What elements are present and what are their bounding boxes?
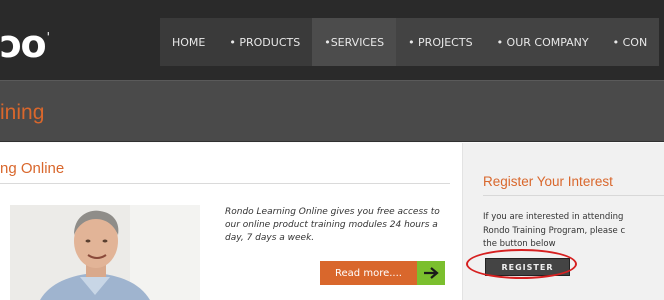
description-text: Rondo Learning Online gives you free acc… <box>225 207 440 243</box>
content-area: ng Online Rondo Learning Online gives yo… <box>0 143 664 300</box>
main-column: ng Online Rondo Learning Online gives yo… <box>0 143 462 300</box>
register-sidebar: Register Your Interest If you are intere… <box>462 143 664 300</box>
register-button[interactable]: REGISTER <box>485 258 570 276</box>
nav-item-products[interactable]: • PRODUCTS <box>217 18 313 66</box>
page-title-bar: ining <box>0 80 664 142</box>
page-title: ining <box>0 101 45 124</box>
nav-item-projects[interactable]: • PROJECTS <box>396 18 485 66</box>
read-more-label: Read more.... <box>320 261 417 285</box>
man-portrait-image <box>10 205 200 300</box>
site-logo[interactable]: ɔo ' <box>0 24 50 64</box>
register-text: If you are interested in attending Rondo… <box>483 211 664 252</box>
logo-mark: ' <box>46 30 50 44</box>
nav-item-contact[interactable]: • CON <box>600 18 660 66</box>
read-more-button[interactable]: Read more.... <box>320 261 445 285</box>
register-divider <box>483 195 664 196</box>
nav-item-our-company[interactable]: • OUR COMPANY <box>484 18 601 66</box>
register-text-line: If you are interested in attending <box>483 212 624 222</box>
training-photo <box>10 205 200 300</box>
section-heading: ng Online <box>0 160 65 177</box>
main-nav: HOME • PRODUCTS •SERVICES • PROJECTS • O… <box>160 18 660 66</box>
nav-item-services[interactable]: •SERVICES <box>312 18 397 66</box>
arrow-right-icon <box>417 261 445 285</box>
site-header: ɔo ' HOME • PRODUCTS •SERVICES • PROJECT… <box>0 0 664 80</box>
register-text-line: Rondo Training Program, please c <box>483 225 626 236</box>
logo-text: ɔo <box>0 22 47 66</box>
heading-divider <box>0 183 450 184</box>
nav-item-home[interactable]: HOME <box>160 18 218 66</box>
register-text-line: the button below <box>483 239 556 249</box>
register-heading: Register Your Interest <box>483 174 613 189</box>
